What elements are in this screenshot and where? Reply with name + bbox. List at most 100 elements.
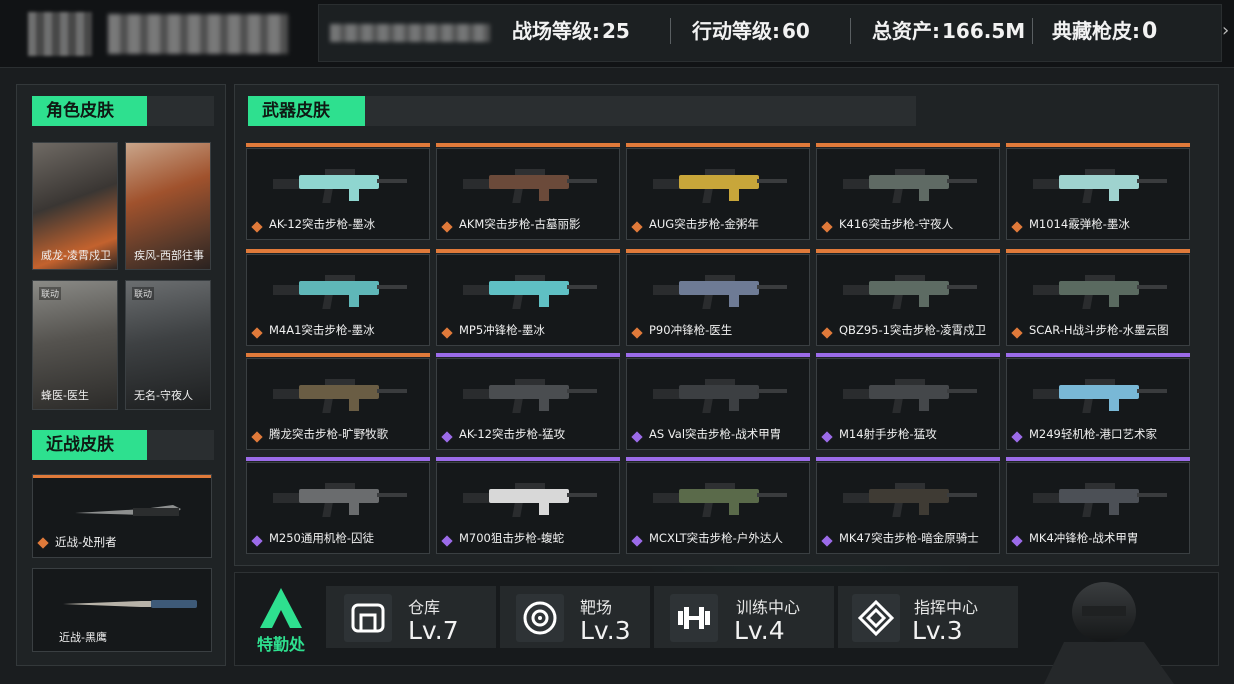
rarity-diamond-icon [37, 537, 49, 549]
card-label: AK-12突击步枪-猛攻 [459, 427, 566, 441]
card-label: M4A1突击步枪-墨冰 [269, 323, 375, 337]
stat-value: 166.5M [942, 19, 1026, 43]
facility-level: Lv.3 [912, 616, 963, 645]
weapon-skin-card[interactable]: M249轻机枪-港口艺术家 [1006, 353, 1190, 450]
divider [1032, 18, 1033, 44]
weapon-skin-card[interactable]: P90冲锋枪-医生 [626, 249, 810, 346]
weapon-image [1033, 379, 1167, 413]
weapon-skin-card[interactable]: MCXLT突击步枪-户外达人 [626, 457, 810, 554]
weapon-skin-card[interactable]: M700狙击步枪-蝮蛇 [436, 457, 620, 554]
rarity-strip [436, 143, 620, 147]
card-label: MK47突击步枪-暗金原骑士 [839, 531, 979, 545]
rarity-strip [626, 143, 810, 147]
weapon-image [653, 379, 787, 413]
rarity-strip [246, 457, 430, 461]
weapon-skin-card[interactable]: AK-12突击步枪-猛攻 [436, 353, 620, 450]
weapon-skin-card[interactable]: AK-12突击步枪-墨冰 [246, 143, 430, 240]
card-label: 无名-守夜人 [134, 389, 193, 402]
weapon-skin-card[interactable]: M1014霰弹枪-墨冰 [1006, 143, 1190, 240]
card-label: QBZ95-1突击步枪-凌霄戍卫 [839, 323, 987, 337]
card-label: 腾龙突击步枪-旷野牧歌 [269, 427, 389, 441]
card-label: MP5冲锋枪-墨冰 [459, 323, 545, 337]
chevron-right-icon[interactable]: › [1222, 20, 1229, 41]
rarity-strip [816, 457, 1000, 461]
knife-image [63, 600, 197, 608]
card-label: 蜂医-医生 [41, 389, 89, 402]
card-label: AK-12突击步枪-墨冰 [269, 217, 376, 231]
weapon-image [653, 275, 787, 309]
weapon-image [273, 169, 407, 203]
knife-image [75, 505, 181, 516]
card-label: M14射手步枪-猛攻 [839, 427, 937, 441]
weapon-skin-card[interactable]: MK4冲锋枪-战术甲胄 [1006, 457, 1190, 554]
weapon-skin-card[interactable]: SCAR-H战斗步枪-水墨云图 [1006, 249, 1190, 346]
weapon-image [843, 275, 977, 309]
character-skin-card[interactable]: 联动 蜂医-医生 [32, 280, 118, 410]
weapon-image [273, 483, 407, 517]
character-skin-card[interactable]: 疾风-西部往事 [125, 142, 211, 270]
stat-label: 总资产: [872, 19, 940, 43]
weapon-skin-card[interactable]: QBZ95-1突击步枪-凌霄戍卫 [816, 249, 1000, 346]
rarity-diamond-icon [251, 221, 263, 233]
rarity-diamond-icon [251, 535, 263, 547]
stat-value: 0 [1142, 19, 1158, 44]
melee-skin-card[interactable]: 近战-处刑者 [32, 474, 212, 558]
section-title-weapon: 武器皮肤 [248, 96, 365, 126]
card-label: SCAR-H战斗步枪-水墨云图 [1029, 323, 1169, 337]
top-header: 战场等级: 25 行动等级: 60 总资产: 166.5M 典藏枪皮:0 › [0, 0, 1234, 68]
weapon-image [1033, 483, 1167, 517]
rarity-strip [1006, 457, 1190, 461]
rarity-diamond-icon [631, 431, 643, 443]
weapon-skin-card[interactable]: 腾龙突击步枪-旷野牧歌 [246, 353, 430, 450]
weapon-image [463, 379, 597, 413]
weapon-image [463, 275, 597, 309]
rarity-strip [816, 143, 1000, 147]
weapon-image [843, 169, 977, 203]
rarity-diamond-icon [1011, 327, 1023, 339]
dumbbell-icon [670, 594, 718, 642]
weapon-skin-card[interactable]: AKM突击步枪-古墓丽影 [436, 143, 620, 240]
weapon-skin-card[interactable]: M250通用机枪-囚徒 [246, 457, 430, 554]
rarity-strip [1006, 143, 1190, 147]
weapon-skin-card[interactable]: M14射手步枪-猛攻 [816, 353, 1000, 450]
collab-tag: 联动 [39, 287, 62, 300]
facility-name: 指挥中心 [914, 598, 979, 617]
rarity-diamond-icon [631, 327, 643, 339]
rarity-strip [626, 353, 810, 357]
rarity-strip [1006, 249, 1190, 253]
weapon-image [1033, 275, 1167, 309]
weapon-skin-card[interactable]: MK47突击步枪-暗金原骑士 [816, 457, 1000, 554]
rarity-diamond-icon [821, 431, 833, 443]
stat-collection-skins: 典藏枪皮:0 [1052, 16, 1157, 46]
weapon-skin-card[interactable]: MP5冲锋枪-墨冰 [436, 249, 620, 346]
facility-name: 训练中心 [736, 598, 801, 617]
rarity-strip [816, 353, 1000, 357]
weapon-image [653, 483, 787, 517]
warehouse-icon [344, 594, 392, 642]
facility-name: 仓库 [408, 598, 441, 617]
special-ops-label: 特勤处 [256, 635, 305, 654]
weapon-image [273, 275, 407, 309]
weapon-skin-card[interactable]: K416突击步枪-守夜人 [816, 143, 1000, 240]
card-label: M1014霰弹枪-墨冰 [1029, 217, 1130, 231]
stat-total-assets: 总资产: 166.5M [872, 16, 1025, 46]
stat-battlefield-level: 战场等级: 25 [512, 16, 630, 46]
facility-level: Lv.7 [408, 616, 459, 645]
rarity-strip [436, 457, 620, 461]
card-label: AS Val突击步枪-战术甲胄 [649, 427, 782, 441]
rarity-strip [436, 249, 620, 253]
rarity-strip [1006, 353, 1190, 357]
command-icon [852, 594, 900, 642]
weapon-image [273, 379, 407, 413]
rarity-diamond-icon [1011, 535, 1023, 547]
stat-value: 60 [782, 19, 810, 43]
avatar-blurred[interactable] [28, 12, 92, 56]
character-skin-card[interactable]: 威龙-凌霄戍卫 [32, 142, 118, 270]
card-label: MCXLT突击步枪-户外达人 [649, 531, 783, 545]
character-skin-card[interactable]: 联动 无名-守夜人 [125, 280, 211, 410]
weapon-skin-card[interactable]: AUG突击步枪-金粥年 [626, 143, 810, 240]
card-label: AKM突击步枪-古墓丽影 [459, 217, 581, 231]
weapon-skin-card[interactable]: M4A1突击步枪-墨冰 [246, 249, 430, 346]
melee-skin-card[interactable]: 近战-黑鹰 [32, 568, 212, 652]
weapon-skin-card[interactable]: AS Val突击步枪-战术甲胄 [626, 353, 810, 450]
